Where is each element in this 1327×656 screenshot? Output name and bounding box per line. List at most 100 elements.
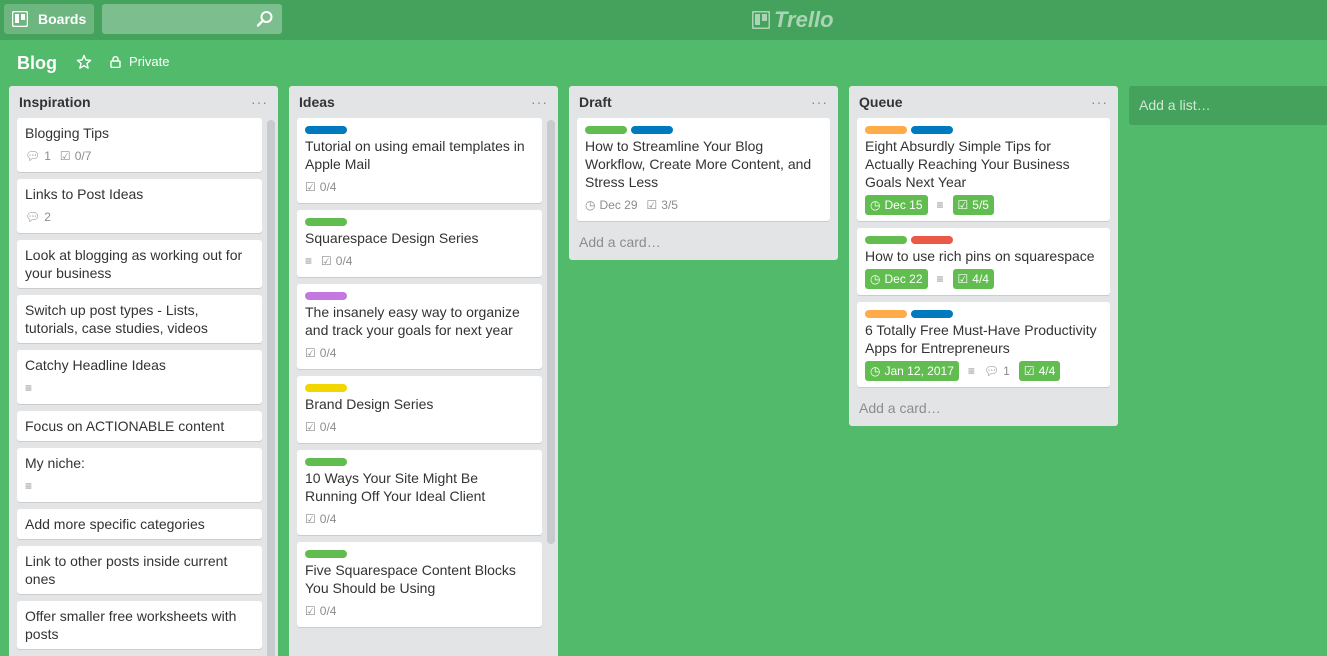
card-title: Look at blogging as working out for your… (25, 247, 243, 281)
list-scrollbar[interactable] (267, 120, 275, 656)
description-icon: ≡ (25, 381, 33, 395)
comment-badge: 💬︎ 1 (983, 364, 1010, 378)
list-scrollbar[interactable] (547, 120, 555, 544)
card[interactable]: The insanely easy way to organize and tr… (297, 284, 542, 369)
description-icon: ≡ (936, 198, 944, 212)
card[interactable]: Catchy Headline Ideas ≡ (17, 350, 262, 404)
card-title: Switch up post types - Lists, tutorials,… (25, 302, 208, 336)
list-header: Draft ··· (569, 86, 838, 118)
search-input[interactable] (102, 4, 282, 34)
checklist-icon: ☑ (1023, 364, 1035, 378)
comment-icon: 💬︎ (983, 364, 1000, 378)
card[interactable]: Brand Design Series ☑ 0/4 (297, 376, 542, 443)
comment-icon: 💬︎ (25, 210, 41, 224)
list-menu-icon[interactable]: ··· (531, 95, 548, 109)
label-orange (865, 126, 907, 134)
label-purple (305, 292, 347, 300)
checklist-icon: ☑ (59, 149, 71, 163)
clock-icon: ◷ (870, 272, 881, 286)
card-title: The insanely easy way to organize and tr… (305, 304, 520, 338)
checklist-badge: ☑ 0/4 (305, 346, 337, 360)
top-bar: Boards Trello (0, 0, 1327, 40)
card-title: Tutorial on using email templates in App… (305, 138, 525, 172)
checklist-badge: ☑ 5/5 (952, 195, 994, 215)
label-green (585, 126, 627, 134)
card-title: Add more specific categories (25, 516, 205, 532)
star-icon[interactable] (76, 54, 92, 70)
list-menu-icon[interactable]: ··· (1091, 95, 1108, 109)
card-title: Link to other posts inside current ones (25, 553, 228, 587)
label-green (865, 236, 907, 244)
description-icon: ≡ (305, 254, 313, 268)
comment-icon: 💬︎ (25, 149, 41, 163)
card[interactable]: Blogging Tips 💬︎ 1 ☑ 0/7 (17, 118, 262, 172)
list-menu-icon[interactable]: ··· (811, 95, 828, 109)
checklist-badge: ☑ 4/4 (1018, 361, 1061, 381)
card[interactable]: Links to Post Ideas 💬︎ 2 (17, 179, 262, 233)
label-blue (305, 126, 347, 134)
card[interactable]: Link to other posts inside current ones (17, 546, 262, 594)
lock-icon (110, 55, 121, 68)
board-title[interactable]: Blog (17, 53, 57, 74)
card[interactable]: My niche: ≡ (17, 448, 262, 502)
card[interactable]: How to use rich pins on squarespace ◷ Dec… (857, 228, 1110, 295)
checklist-icon: ☑ (305, 604, 316, 618)
comment-badge: 💬︎ 2 (25, 210, 51, 224)
list-title[interactable]: Draft (579, 94, 612, 110)
list-title[interactable]: Ideas (299, 94, 335, 110)
checklist-icon: ☑ (305, 512, 316, 526)
checklist-icon: ☑ (321, 254, 332, 268)
card[interactable]: Add more specific categories (17, 509, 262, 539)
label-blue (911, 126, 953, 134)
clock-icon: ◷ (870, 198, 881, 212)
search-icon[interactable] (256, 10, 274, 28)
card-title: Blogging Tips (25, 125, 110, 141)
card[interactable]: Switch up post types - Lists, tutorials,… (17, 295, 262, 343)
list-header: Queue ··· (849, 86, 1118, 118)
card[interactable]: Look at blogging as working out for your… (17, 240, 262, 288)
card-title: How to Streamline Your Blog Workflow, Cr… (585, 138, 812, 190)
card-title: 6 Totally Free Must-Have Productivity Ap… (865, 322, 1097, 356)
checklist-badge: ☑ 0/4 (305, 420, 337, 434)
card[interactable]: Tutorial on using email templates in App… (297, 118, 542, 203)
list-header: Ideas ··· (289, 86, 558, 118)
checklist-badge: ☑ 3/5 (646, 198, 678, 212)
checklist-icon: ☑ (305, 420, 316, 434)
list-title[interactable]: Inspiration (19, 94, 91, 110)
list-menu-icon[interactable]: ··· (251, 95, 268, 109)
add-list-button[interactable]: Add a list… (1129, 86, 1327, 125)
card[interactable]: Five Squarespace Content Blocks You Shou… (297, 542, 542, 627)
card[interactable]: Eight Absurdly Simple Tips for Actually … (857, 118, 1110, 221)
card-title: Links to Post Ideas (25, 186, 144, 202)
list-ideas: Ideas ··· Tutorial on using email templa… (289, 86, 558, 656)
add-card-button[interactable]: Add a card… (569, 228, 838, 260)
description-icon: ≡ (25, 479, 33, 493)
card[interactable]: 10 Ways Your Site Might Be Running Off Y… (297, 450, 542, 535)
card-title: My niche: (25, 455, 85, 471)
list-header: Inspiration ··· (9, 86, 278, 118)
trello-logo[interactable]: Trello (752, 7, 834, 32)
card[interactable]: 6 Totally Free Must-Have Productivity Ap… (857, 302, 1110, 387)
label-red (911, 236, 953, 244)
card-title: 10 Ways Your Site Might Be Running Off Y… (305, 470, 486, 504)
due-date-badge: ◷ Dec 29 (585, 198, 638, 212)
list-inspiration: Inspiration ··· Blogging Tips 💬︎ 1 ☑ 0/7 L… (9, 86, 278, 656)
add-card-button[interactable]: Add a card… (849, 394, 1118, 426)
card-title: Brand Design Series (305, 396, 434, 412)
list-title[interactable]: Queue (859, 94, 903, 110)
checklist-icon: ☑ (305, 346, 316, 360)
boards-button[interactable]: Boards (4, 4, 94, 34)
card[interactable]: Focus on ACTIONABLE content (17, 411, 262, 441)
card-title: Eight Absurdly Simple Tips for Actually … (865, 138, 1070, 190)
card[interactable]: How to Streamline Your Blog Workflow, Cr… (577, 118, 830, 221)
card[interactable]: Squarespace Design Series ≡ ☑ 0/4 (297, 210, 542, 277)
label-blue (911, 310, 953, 318)
card-title: Five Squarespace Content Blocks You Shou… (305, 562, 516, 596)
checklist-icon: ☑ (957, 198, 969, 212)
checklist-badge: ☑ 0/4 (321, 254, 353, 268)
card[interactable]: Offer smaller free worksheets with posts (17, 601, 262, 649)
list-queue: Queue ··· Eight Absurdly Simple Tips for… (849, 86, 1118, 426)
privacy-button[interactable]: Private (110, 54, 169, 69)
label-green (305, 458, 347, 466)
clock-icon: ◷ (870, 364, 881, 378)
